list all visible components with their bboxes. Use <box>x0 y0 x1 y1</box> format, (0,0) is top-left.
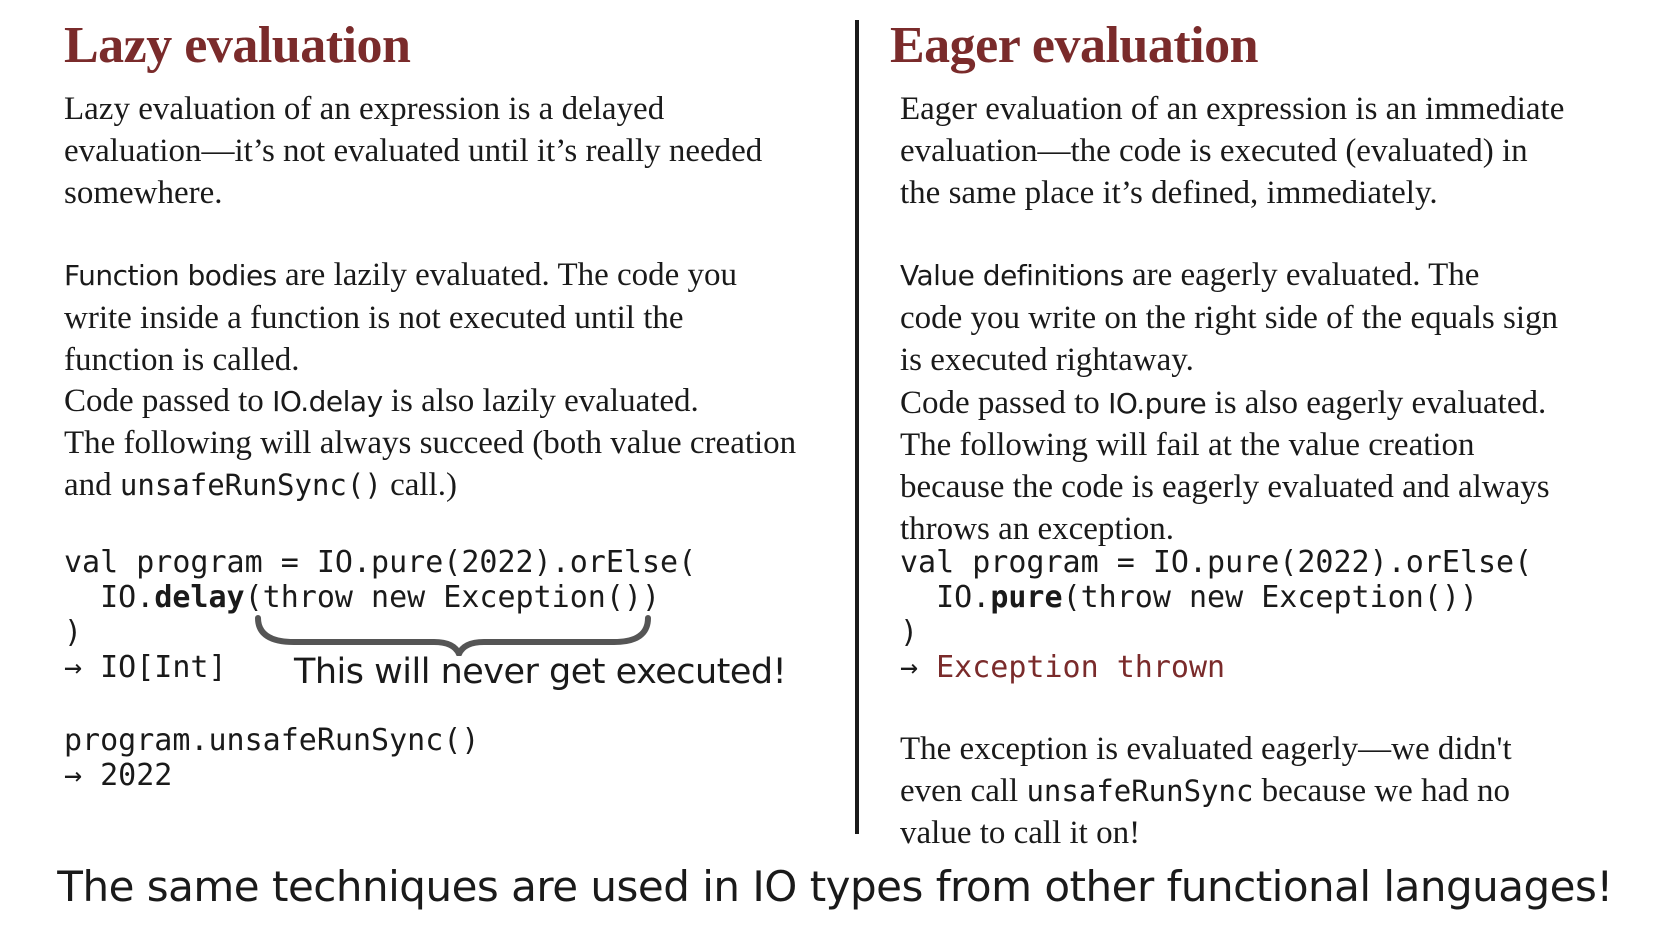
eager-unsafe-run-sync-code: unsafeRunSync <box>1026 774 1254 808</box>
eager-code-pure-keyword: pure <box>990 580 1063 615</box>
eager-title: Eager evaluation <box>890 17 1259 74</box>
eager-value-definitions-paragraph: Value definitions are eagerly evaluated.… <box>900 257 1559 378</box>
eager-code-block: val program = IO.pure(2022).orElse( IO.p… <box>900 545 1533 685</box>
footer-note: The same techniques are used in IO types… <box>57 862 1613 911</box>
lazy-function-bodies-paragraph: Function bodies are lazily evaluated. Th… <box>64 257 738 378</box>
eager-fail-paragraph: The following will fail at the value cre… <box>900 427 1550 547</box>
underbrace-icon <box>255 615 651 656</box>
lazy-term-function-bodies: Function bodies <box>64 259 277 292</box>
lazy-intro: Lazy evaluation of an expression is a de… <box>64 91 763 211</box>
lazy-term-io-delay: IO.delay <box>272 385 383 418</box>
lazy-code-delay-keyword: delay <box>154 580 245 615</box>
eager-io-pure-paragraph: Code passed to IO.pure is also eagerly e… <box>900 385 1547 421</box>
eager-exception-result: Exception thrown <box>936 650 1226 685</box>
lazy-run-block: program.unsafeRunSync() → 2022 <box>64 723 480 793</box>
eager-term-io-pure: IO.pure <box>1108 387 1207 420</box>
eager-intro: Eager evaluation of an expression is an … <box>900 91 1565 211</box>
eager-term-value-definitions: Value definitions <box>900 259 1124 292</box>
lazy-succeed-paragraph: The following will always succeed (both … <box>64 425 797 503</box>
lazy-unsafe-run-sync-code: unsafeRunSync() <box>119 468 382 502</box>
column-divider <box>855 20 859 834</box>
lazy-io-delay-paragraph: Code passed to IO.delay is also lazily e… <box>64 383 699 419</box>
lazy-title: Lazy evaluation <box>64 17 411 74</box>
lazy-annotation: This will never get executed! <box>294 652 787 692</box>
eager-exception-paragraph: The exception is evaluated eagerly—we di… <box>900 731 1512 851</box>
